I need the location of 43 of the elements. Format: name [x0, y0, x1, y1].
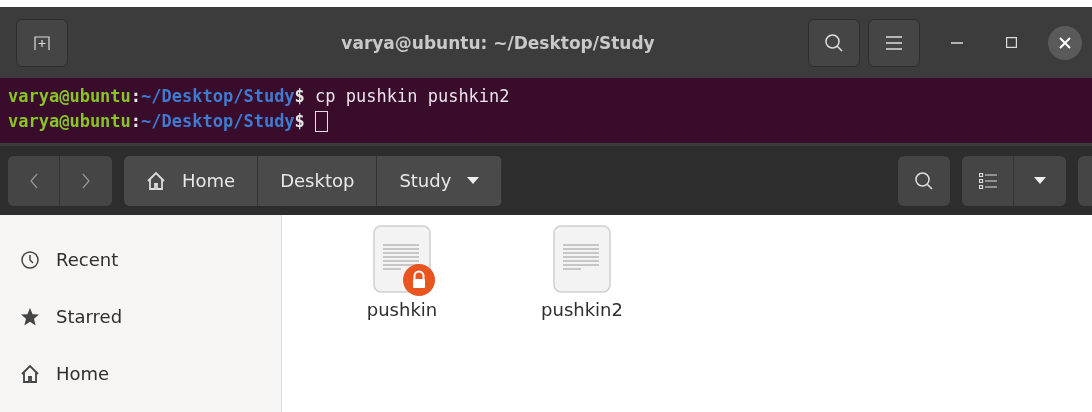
- prompt-path: ~/Desktop/Study: [141, 110, 295, 133]
- prompt-sign: $: [294, 110, 305, 133]
- file-name[interactable]: pushkin2: [541, 299, 623, 320]
- caret-icon: [1034, 177, 1046, 184]
- window-title: varya@ubuntu: ~/Desktop/Study: [340, 32, 656, 53]
- breadcrumb[interactable]: Desktop: [258, 155, 378, 206]
- sidebar-item[interactable]: Starred: [0, 288, 281, 345]
- menu-icon: [886, 35, 902, 50]
- list-icon: [978, 172, 997, 189]
- prompt-user: varya@ubuntu: [8, 85, 131, 108]
- prompt-sign: $: [294, 85, 305, 108]
- prompt-user: varya@ubuntu: [8, 110, 131, 133]
- menu-button[interactable]: [868, 18, 920, 67]
- home-icon: [20, 363, 40, 384]
- sidebar-label: Recent: [56, 249, 119, 270]
- search-icon: [914, 170, 934, 191]
- clock-icon: [20, 249, 40, 270]
- command-text: cp pushkin pushkin2: [314, 85, 510, 108]
- search-button[interactable]: [898, 155, 950, 206]
- star-icon: [20, 306, 40, 327]
- sidebar-label: Starred: [56, 306, 123, 327]
- new-tab-button[interactable]: [16, 18, 68, 67]
- close-button[interactable]: [1048, 25, 1082, 60]
- search-icon: [824, 32, 844, 53]
- prompt-separator: :: [130, 85, 142, 108]
- prompt-path: ~/Desktop/Study: [141, 85, 295, 108]
- list-view-button[interactable]: [962, 155, 1014, 206]
- search-button[interactable]: [808, 18, 860, 67]
- back-icon: [29, 172, 38, 189]
- minimize-icon: [951, 41, 963, 44]
- file-name[interactable]: pushkin: [366, 299, 438, 320]
- home-icon: [146, 170, 166, 191]
- forward-icon: [82, 172, 90, 189]
- sidebar-item[interactable]: Recent: [0, 231, 281, 288]
- breadcrumb[interactable]: Home: [124, 155, 259, 206]
- sidebar-label: Home: [56, 363, 110, 384]
- sidebar-item[interactable]: Home: [0, 345, 281, 402]
- breadcrumb[interactable]: Study: [377, 155, 503, 206]
- maximize-icon: [1005, 37, 1017, 48]
- prompt-separator: :: [130, 110, 142, 133]
- new-tab-icon: [34, 34, 50, 51]
- document-icon: [553, 225, 611, 293]
- close-icon: [1059, 36, 1071, 49]
